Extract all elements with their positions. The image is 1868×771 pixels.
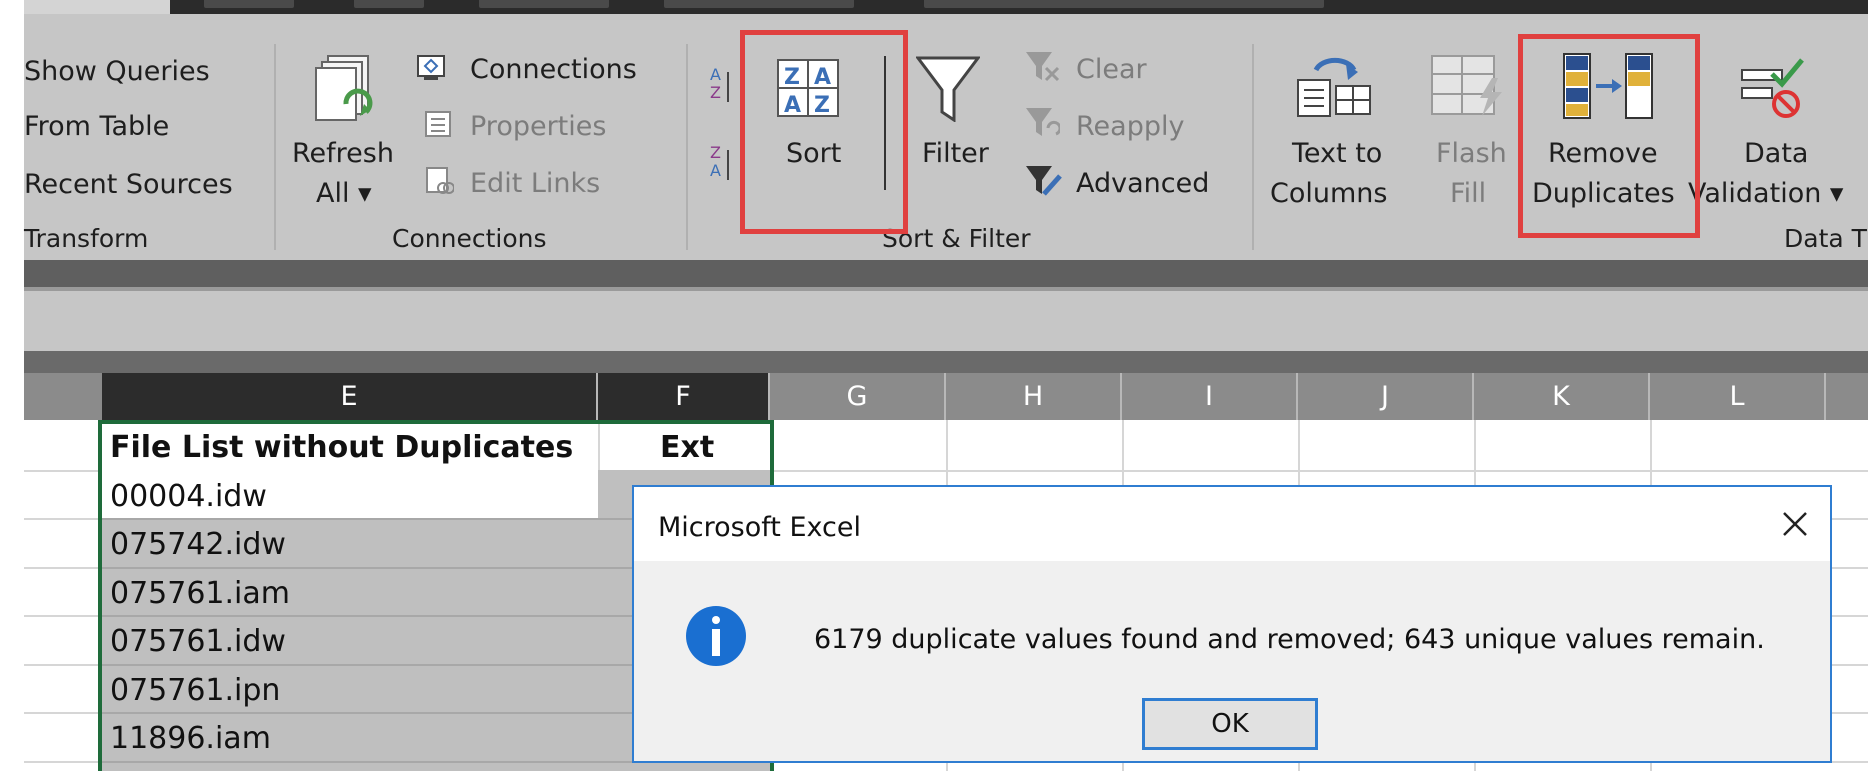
text-to-columns-label-2[interactable]: Columns [1270, 180, 1387, 207]
dialog-title: Microsoft Excel [658, 512, 861, 543]
tab-view[interactable] [354, 0, 424, 8]
sort-a-to-z-icon[interactable]: A Z [708, 62, 734, 112]
cell-f2-header[interactable]: Ext [660, 433, 714, 463]
group-separator [686, 44, 688, 250]
column-header-l[interactable]: L [1650, 373, 1826, 420]
cell-e7[interactable]: 075761.ipn [110, 676, 280, 706]
close-icon [1783, 512, 1807, 536]
connections-icon [417, 55, 445, 80]
data-validation-icon [1741, 58, 1804, 118]
cell-e4[interactable]: 075742.idw [110, 530, 286, 560]
recent-sources-button[interactable]: Recent Sources [24, 171, 233, 198]
from-table-button[interactable]: From Table [24, 113, 169, 140]
cell-e8[interactable]: 11896.iam [110, 724, 271, 754]
tell-me-box[interactable] [924, 0, 1324, 8]
column-header-h[interactable]: H [946, 373, 1122, 420]
tab-add-ins[interactable] [664, 0, 854, 8]
tab-developer[interactable] [479, 0, 609, 8]
edit-links-icon [426, 167, 454, 194]
connections-button[interactable]: Connections [470, 56, 637, 83]
text-to-columns-icon [1297, 57, 1371, 117]
data-validation-label-2[interactable]: Validation ▾ [1688, 180, 1843, 207]
refresh-all-label-1[interactable]: Refresh [292, 140, 394, 167]
filter-button[interactable]: Filter [922, 140, 989, 167]
info-icon [686, 606, 746, 666]
svg-text:Z: Z [710, 83, 721, 102]
formula-bar[interactable] [24, 291, 1868, 351]
svg-text:A: A [710, 65, 721, 84]
sort-z-to-a-icon[interactable]: Z A [708, 140, 734, 190]
formula-bar-border [24, 351, 1868, 373]
show-queries-button[interactable]: Show Queries [24, 58, 210, 85]
column-header-e[interactable]: E [102, 373, 598, 420]
sort-highlight-box [740, 30, 908, 234]
cell-e5[interactable]: 075761.iam [110, 579, 290, 609]
advanced-filter-icon [1026, 166, 1062, 196]
column-header-k[interactable]: K [1474, 373, 1650, 420]
svg-text:Z: Z [710, 143, 721, 162]
edit-links-button[interactable]: Edit Links [470, 170, 600, 197]
group-label-data-tools: Data T [1784, 224, 1867, 253]
microsoft-excel-dialog: Microsoft Excel 6179 duplicate values fo… [632, 485, 1832, 763]
refresh-all-label-2[interactable]: All ▾ [316, 180, 372, 207]
advanced-button[interactable]: Advanced [1076, 170, 1209, 197]
reapply-icon [1026, 108, 1060, 136]
column-header-j[interactable]: J [1298, 373, 1474, 420]
tab-data[interactable] [24, 0, 170, 14]
svg-text:A: A [710, 161, 721, 180]
ribbon-tab-bar [24, 0, 1868, 14]
properties-icon [425, 111, 451, 137]
group-separator [1252, 44, 1254, 250]
dialog-close-button[interactable] [1772, 501, 1818, 547]
clear-button[interactable]: Clear [1076, 56, 1147, 83]
remove-duplicates-highlight-box [1518, 34, 1700, 238]
group-label-transform: Transform [24, 224, 149, 253]
group-label-connections: Connections [392, 224, 547, 253]
group-separator [274, 44, 276, 250]
column-header-f[interactable]: F [598, 373, 770, 420]
refresh-all-icon [315, 55, 373, 121]
text-to-columns-label-1[interactable]: Text to [1292, 140, 1382, 167]
tab-review[interactable] [204, 0, 294, 8]
flash-fill-icon [1431, 55, 1502, 116]
dialog-message: 6179 duplicate values found and removed;… [814, 624, 1765, 655]
flash-fill-label-2[interactable]: Fill [1450, 180, 1486, 207]
data-validation-label-1[interactable]: Data [1744, 140, 1808, 167]
dialog-title-bar[interactable]: Microsoft Excel [634, 487, 1830, 561]
properties-button[interactable]: Properties [470, 113, 606, 140]
column-header-i[interactable]: I [1122, 373, 1298, 420]
ok-button[interactable]: OK [1142, 698, 1318, 750]
column-header-g[interactable]: G [770, 373, 946, 420]
clear-filter-icon [1026, 52, 1060, 82]
cell-e6[interactable]: 075761.idw [110, 627, 286, 657]
flash-fill-label-1[interactable]: Flash [1436, 140, 1507, 167]
reapply-button[interactable]: Reapply [1076, 113, 1184, 140]
filter-icon [916, 56, 980, 122]
cell-e2-header[interactable]: File List without Duplicates [110, 433, 573, 463]
ribbon-bottom-border [24, 260, 1868, 287]
cell-e3[interactable]: 00004.idw [110, 482, 267, 512]
